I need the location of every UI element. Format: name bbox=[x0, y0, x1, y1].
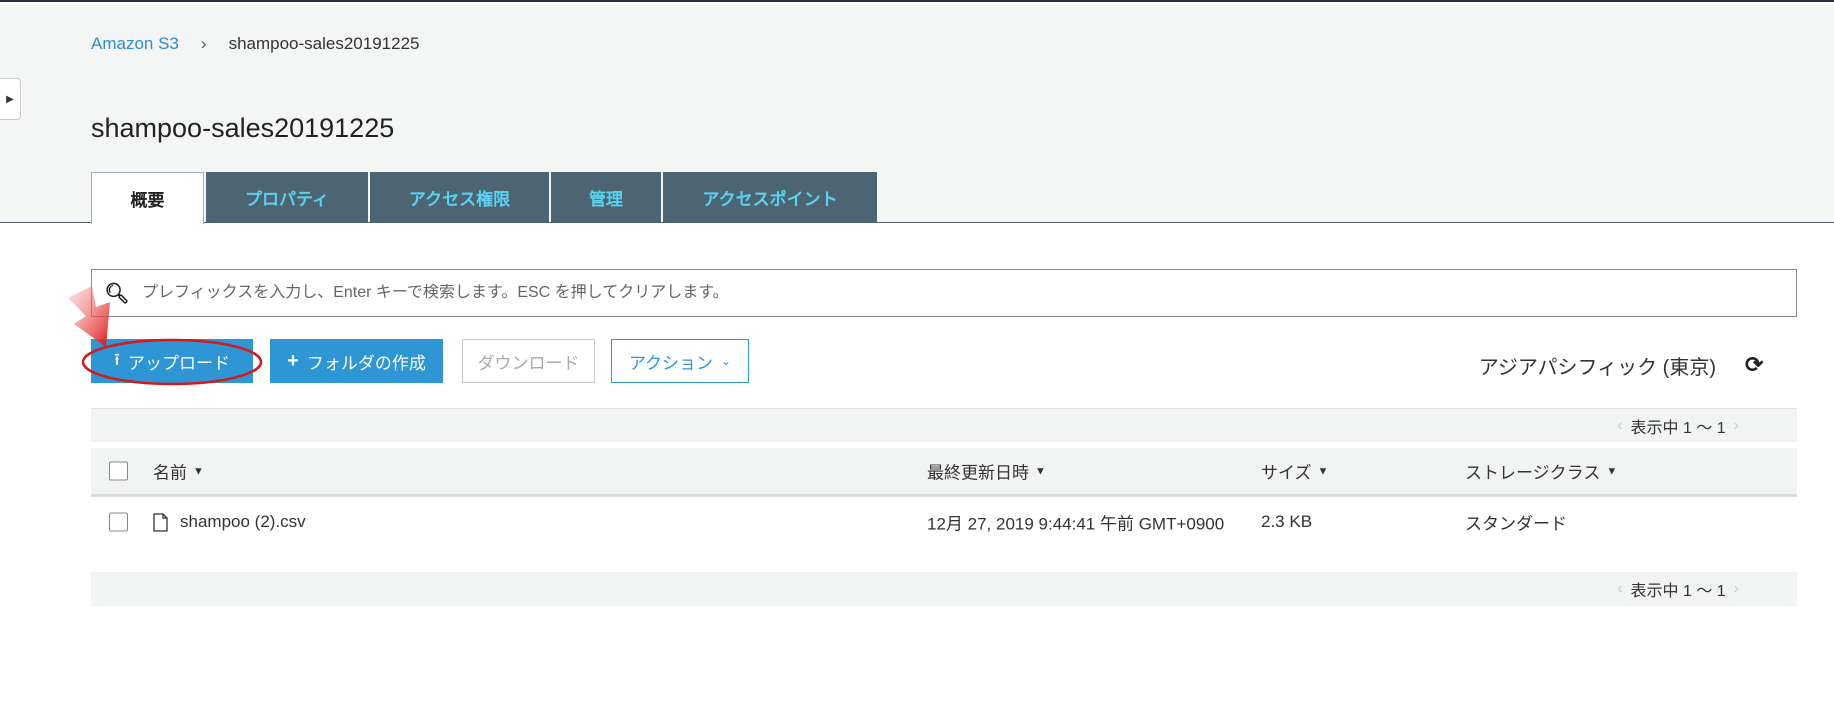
file-name-cell[interactable]: shampoo (2).csv bbox=[153, 512, 306, 532]
modified-cell: 12月 27, 2019 9:44:41 午前 GMT+0900 bbox=[927, 514, 1225, 534]
size-cell: 2.3 KB bbox=[1261, 512, 1313, 531]
table-header: 名前 ▼ 最終更新日時 ▼ サイズ ▼ ストレージクラス ▼ bbox=[91, 448, 1797, 497]
plus-icon: + bbox=[287, 349, 299, 372]
breadcrumb: Amazon S3 › shampoo-sales20191225 bbox=[91, 34, 419, 54]
download-button[interactable]: ダウンロード bbox=[462, 339, 595, 383]
pager-bottom: ‹ 表示中 1 ～ 1 › bbox=[91, 572, 1797, 606]
chevron-down-icon: ⌄ bbox=[721, 354, 732, 368]
tab-access-points[interactable]: アクセスポイント bbox=[663, 172, 877, 223]
column-modified[interactable]: 最終更新日時 ▼ bbox=[927, 459, 1046, 484]
create-folder-button[interactable]: + フォルダの作成 bbox=[270, 339, 443, 383]
pager-text: 表示中 1 ～ 1 bbox=[1630, 583, 1726, 600]
upload-button[interactable]: ⭱ アップロード bbox=[91, 339, 253, 383]
sort-caret-icon: ▼ bbox=[1606, 465, 1618, 477]
table-row: shampoo (2).csv 12月 27, 2019 9:44:41 午前 … bbox=[91, 499, 1797, 545]
page-title: shampoo-sales20191225 bbox=[91, 113, 395, 143]
refresh-icon[interactable]: ⟳ bbox=[1745, 352, 1763, 378]
upload-label: アップロード bbox=[127, 353, 230, 373]
breadcrumb-separator: › bbox=[200, 34, 207, 53]
actions-label: アクション bbox=[628, 353, 714, 373]
next-page-icon[interactable]: › bbox=[1734, 417, 1739, 435]
next-page-icon[interactable]: › bbox=[1734, 580, 1739, 598]
tab-bar: 概要 プロパティ アクセス権限 管理 アクセスポイント bbox=[91, 172, 879, 224]
sidebar-toggle-button[interactable]: ▶ bbox=[0, 78, 21, 120]
sort-caret-icon: ▼ bbox=[1317, 465, 1329, 477]
tab-overview[interactable]: 概要 bbox=[91, 172, 204, 224]
file-icon bbox=[153, 512, 168, 532]
breadcrumb-amazon-s3[interactable]: Amazon S3 bbox=[91, 34, 179, 54]
search-input[interactable] bbox=[142, 284, 1796, 302]
region-label: アジアパシフィック (東京) bbox=[1478, 357, 1716, 379]
create-folder-label: フォルダの作成 bbox=[306, 353, 426, 373]
upload-icon: ⭱ bbox=[114, 349, 120, 369]
sort-caret-icon: ▼ bbox=[1035, 465, 1046, 477]
prev-page-icon[interactable]: ‹ bbox=[1617, 580, 1622, 598]
search-icon: 🔍︎ bbox=[104, 282, 130, 305]
tab-permissions[interactable]: アクセス権限 bbox=[370, 172, 549, 223]
column-size[interactable]: サイズ ▼ bbox=[1261, 459, 1328, 484]
row-checkbox[interactable] bbox=[109, 512, 128, 532]
storage-class-cell: スタンダード bbox=[1465, 514, 1567, 534]
tab-properties[interactable]: プロパティ bbox=[206, 172, 368, 223]
search-box: 🔍︎ bbox=[91, 269, 1797, 317]
caret-right-icon: ▶ bbox=[6, 93, 14, 105]
pager-text: 表示中 1 ～ 1 bbox=[1630, 419, 1726, 437]
prev-page-icon[interactable]: ‹ bbox=[1617, 417, 1622, 435]
actions-dropdown[interactable]: アクション ⌄ bbox=[611, 339, 749, 383]
tab-management[interactable]: 管理 bbox=[551, 172, 661, 223]
sort-caret-icon: ▼ bbox=[193, 465, 204, 477]
breadcrumb-current: shampoo-sales20191225 bbox=[228, 34, 420, 53]
column-storage-class[interactable]: ストレージクラス ▼ bbox=[1465, 459, 1617, 484]
select-all-checkbox[interactable] bbox=[109, 461, 128, 481]
column-name[interactable]: 名前 ▼ bbox=[153, 459, 204, 484]
file-name-link[interactable]: shampoo (2).csv bbox=[180, 512, 306, 532]
pager-top: ‹ 表示中 1 ～ 1 › bbox=[91, 408, 1797, 442]
